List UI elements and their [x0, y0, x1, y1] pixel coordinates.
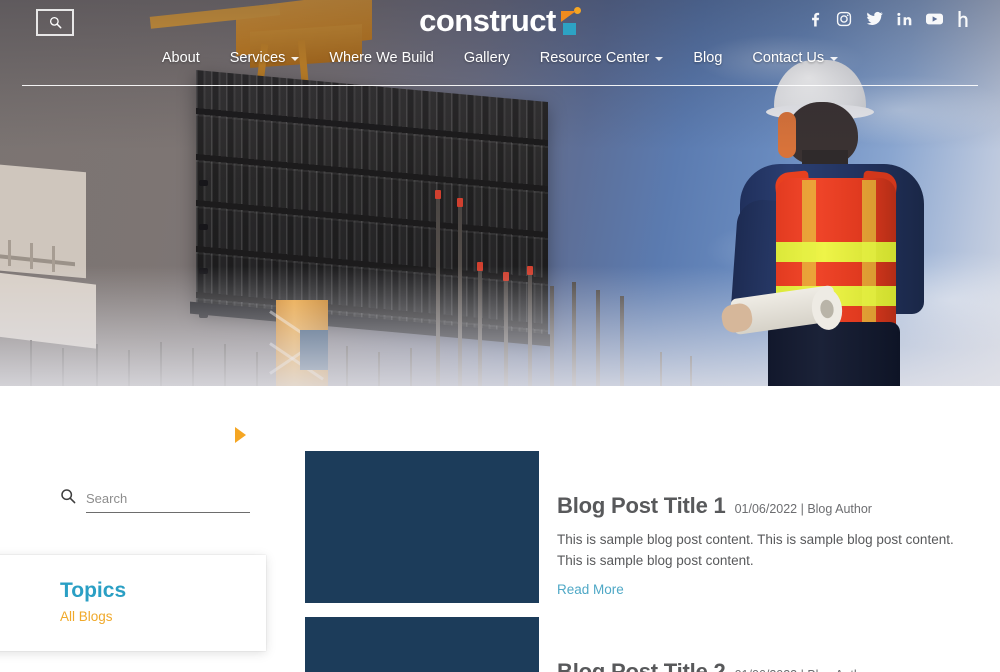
logo-mark-triangle: [560, 10, 576, 22]
youtube-icon[interactable]: [926, 11, 943, 27]
nav-label: Contact Us: [752, 50, 825, 66]
hubspot-icon[interactable]: [957, 11, 970, 27]
nav-item-blog[interactable]: Blog: [693, 50, 722, 66]
post-excerpt: This is sample blog post content. This i…: [557, 532, 954, 568]
post-meta: 01/06/2022 | Blog Author: [734, 502, 872, 516]
blog-post-item: Blog Post Title 2 01/06/2022 | Blog Auth…: [305, 617, 1000, 672]
chevron-down-icon: [830, 57, 839, 61]
post-featured-image[interactable]: [305, 617, 539, 672]
construct-logo-mark-icon: [560, 6, 581, 35]
nav-item-about[interactable]: About: [162, 50, 200, 66]
nav-label: Gallery: [463, 50, 510, 66]
social-links: [807, 11, 970, 27]
nav-item-resource-center[interactable]: Resource Center: [540, 50, 664, 66]
post-header: Blog Post Title 2 01/06/2022 | Blog Auth…: [557, 659, 1000, 672]
post-title[interactable]: Blog Post Title 2: [557, 659, 726, 672]
post-featured-image[interactable]: [305, 451, 539, 603]
instagram-icon[interactable]: [836, 11, 852, 27]
nav-item-contact-us[interactable]: Contact Us: [752, 50, 839, 66]
search-input[interactable]: [86, 491, 250, 506]
search-icon: [60, 488, 76, 509]
nav-item-where-we-build[interactable]: Where We Build: [329, 50, 434, 66]
nav-label: Where We Build: [329, 50, 434, 66]
nav-item-gallery[interactable]: Gallery: [464, 50, 510, 66]
search-input-wrap: [86, 490, 250, 513]
nav-item-services[interactable]: Services: [230, 50, 300, 66]
post-title[interactable]: Blog Post Title 1: [557, 493, 726, 519]
post-meta: 01/06/2022 | Blog Author: [735, 668, 872, 672]
nav-label: Blog: [693, 50, 723, 66]
facebook-icon[interactable]: [807, 11, 822, 27]
linkedin-icon[interactable]: [897, 11, 912, 27]
main-navigation: About Services Where We Build Gallery Re…: [0, 50, 1000, 66]
nav-label: Services: [229, 50, 286, 66]
site-header: construct About Services Where We Build …: [0, 0, 1000, 96]
page-root: construct About Services Where We Build …: [0, 0, 1000, 672]
read-more-link[interactable]: Read More: [557, 582, 624, 597]
logo-mark-square: [562, 22, 576, 35]
sidebar-search: [60, 488, 250, 513]
chevron-down-icon: [291, 57, 300, 61]
logo-wordmark: construct: [419, 3, 556, 38]
header-divider: [22, 85, 978, 86]
nav-label: About: [161, 50, 200, 66]
topics-heading: Topics: [60, 579, 127, 602]
blog-post-list: Blog Post Title 1 01/06/2022 | Blog Auth…: [305, 386, 1000, 672]
blog-post-item: Blog Post Title 1 01/06/2022 | Blog Auth…: [305, 451, 1000, 603]
topic-link-all-blogs[interactable]: All Blogs: [60, 609, 113, 624]
post-header: Blog Post Title 1 01/06/2022 | Blog Auth…: [557, 493, 1000, 519]
chevron-down-icon: [655, 57, 664, 61]
nav-label: Resource Center: [539, 50, 650, 66]
post-body: Blog Post Title 1 01/06/2022 | Blog Auth…: [557, 451, 1000, 599]
post-body: Blog Post Title 2 01/06/2022 | Blog Auth…: [557, 617, 1000, 672]
topics-card: Topics All Blogs: [0, 555, 266, 651]
orange-triangle-marker-icon: [235, 427, 246, 443]
twitter-icon[interactable]: [866, 11, 883, 27]
